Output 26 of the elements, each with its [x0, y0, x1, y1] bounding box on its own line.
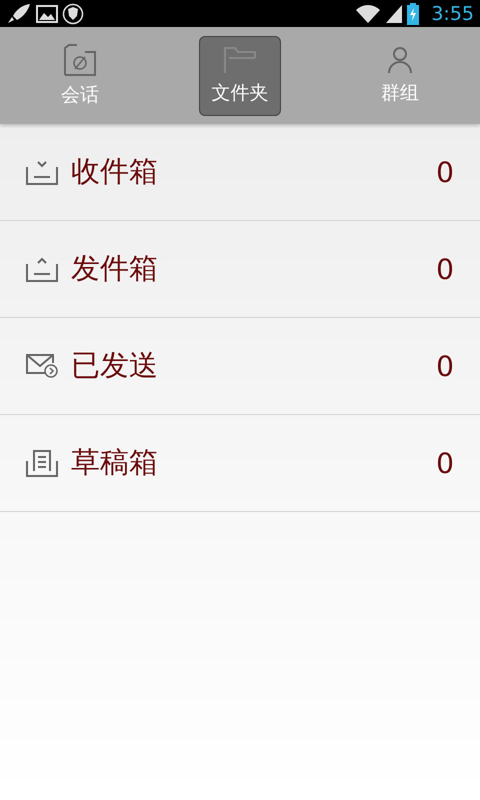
folder-name: 发件箱: [71, 250, 159, 287]
person-icon: [387, 46, 413, 74]
image-icon: [36, 4, 58, 24]
folder-name: 草稿箱: [71, 444, 159, 481]
battery-icon: [407, 2, 420, 24]
status-time: 3:55: [431, 2, 474, 24]
shield-icon: [62, 2, 84, 24]
folder-icon: [63, 44, 97, 76]
folder-count: 0: [436, 156, 454, 188]
folder-icon: [223, 46, 257, 74]
outbox-icon: [25, 256, 59, 282]
folder-item[interactable]: 发件箱 0: [0, 221, 480, 318]
folder-item[interactable]: 收件箱 0: [0, 124, 480, 221]
wifi-icon: [355, 4, 382, 24]
inbox-icon: [25, 159, 59, 185]
document-icon: [25, 449, 59, 477]
folder-count: 0: [436, 446, 454, 480]
folder-name: 已发送: [71, 347, 159, 384]
folder-count: 0: [436, 252, 454, 286]
folder-item[interactable]: 已发送 0: [0, 318, 480, 415]
envelope-icon: [25, 353, 59, 379]
tab[interactable]: 文件夹: [199, 36, 281, 116]
folder-item[interactable]: 草稿箱 0: [0, 415, 480, 512]
folder-count: 0: [436, 350, 454, 382]
folder-name: 收件箱: [71, 153, 159, 190]
signal-icon: [385, 4, 404, 24]
